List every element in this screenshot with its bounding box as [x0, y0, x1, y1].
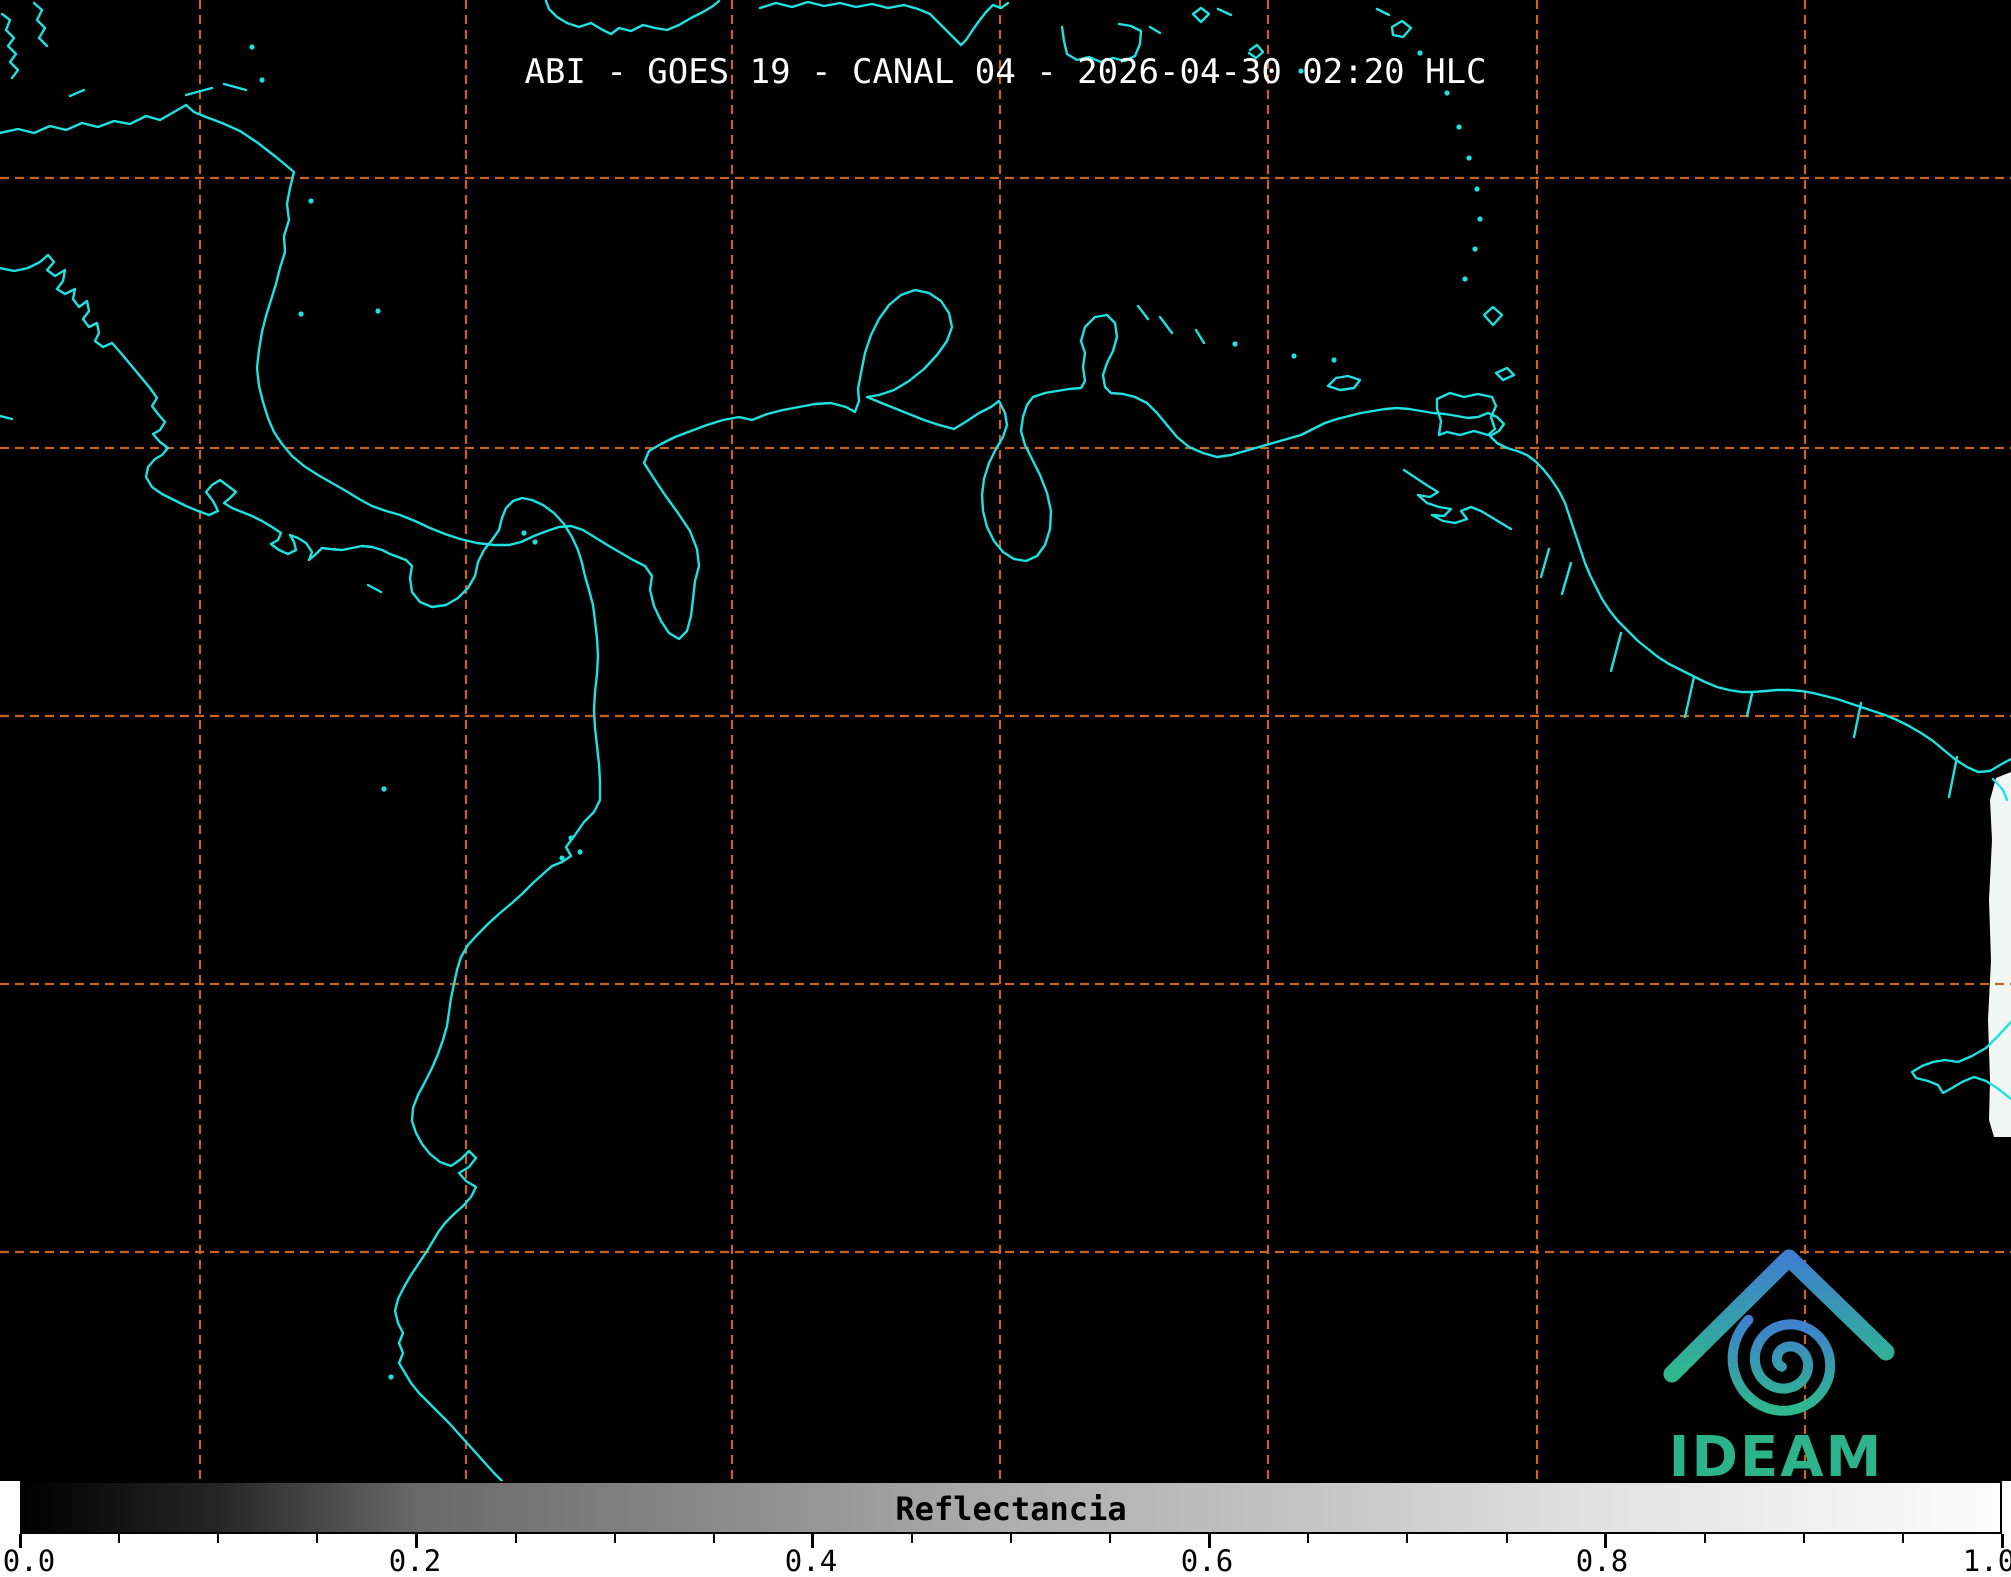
colorbar-tick-label: 0.6 — [1180, 1544, 1234, 1577]
lesser-antilles-islets-coastline — [1191, 6, 1211, 24]
colorbar-minor-tick — [910, 1534, 913, 1543]
island-dots — [568, 835, 574, 841]
colorbar-title: Reflectancia — [895, 1490, 1127, 1528]
colorbar-minor-tick — [712, 1534, 715, 1543]
island-dots — [577, 849, 583, 855]
orinoco-delta-channels-coastline — [1947, 755, 1959, 799]
abc-islands-coastline — [1158, 315, 1174, 335]
island-dots — [1232, 341, 1238, 347]
island-dots — [1466, 155, 1472, 161]
abc-islands-coastline — [1136, 304, 1150, 321]
small-cays-coastline — [1148, 25, 1162, 35]
belize-coast-fragments-coastline — [32, 1, 49, 48]
colorbar-minor-tick — [1010, 1534, 1012, 1543]
colorbar-minor-tick — [514, 1534, 517, 1543]
abc-islands-coastline — [1194, 328, 1206, 345]
small-cays-coastline — [1216, 7, 1233, 17]
small-cays-coastline — [366, 583, 383, 594]
pacific-coast-coastline — [0, 253, 602, 1481]
colorbar-minor-tick — [1901, 1534, 1904, 1543]
small-cays-coastline — [1375, 7, 1391, 17]
island-dots — [1462, 276, 1468, 282]
colorbar-minor-tick — [1505, 1534, 1508, 1543]
caribbean-coast-coastline — [0, 103, 2011, 774]
colorbar-minor-tick — [613, 1534, 616, 1543]
island-dots — [308, 198, 314, 204]
ideam-logo: IDEAM — [1663, 1249, 1895, 1481]
island-dots — [1291, 353, 1297, 359]
jamaica-coast-coastline — [544, 0, 721, 36]
orinoco-delta-channels-coastline — [1560, 561, 1573, 596]
colorbar-minor-tick — [1109, 1534, 1112, 1543]
orinoco-delta-channels-coastline — [1683, 675, 1696, 719]
colorbar: Reflectancia 0.0 0.2 0.4 0.6 0.8 1.0 — [0, 1481, 2011, 1577]
island-dots — [559, 855, 565, 861]
island-dots — [1477, 216, 1483, 222]
island-dots — [1472, 246, 1478, 252]
colorbar-tick-label: 0.0 — [2, 1544, 56, 1577]
paria-gulf-shore-coastline — [1402, 468, 1513, 531]
island-dots — [381, 786, 387, 792]
map-canvas: IDEAM — [0, 0, 2011, 1481]
island-dots — [1474, 186, 1480, 192]
hispaniola-coast-coastline — [758, 0, 1010, 47]
image-title: ABI - GOES 19 - CANAL 04 - 2026-04-30 02… — [524, 52, 1487, 92]
colorbar-minor-tick — [1703, 1534, 1706, 1543]
colorbar-minor-tick — [1802, 1534, 1805, 1543]
sunlit-terminator-patch — [1988, 772, 2011, 1137]
lesser-antilles-islets-coastline — [1482, 305, 1504, 327]
logo-hurricane-spiral-icon — [1727, 1314, 1836, 1416]
logo-text: IDEAM — [1669, 1425, 1884, 1481]
island-dots — [1331, 357, 1337, 363]
orinoco-delta-channels-coastline — [1539, 547, 1551, 579]
colorbar-minor-tick — [316, 1534, 319, 1543]
colorbar-minor-tick — [118, 1534, 121, 1543]
colorbar-tick-label: 0.2 — [388, 1544, 442, 1577]
satellite-image-viewer: IDEAM ABI - GOES 19 - CANAL 04 - 2026-04… — [0, 0, 2011, 1577]
graticule-gridlines — [0, 0, 2011, 1481]
island-dots — [375, 308, 381, 314]
lesser-antilles-islets-coastline — [1390, 19, 1413, 39]
margarita-outline-coastline — [1326, 374, 1362, 392]
colorbar-minor-tick — [1406, 1534, 1409, 1543]
colorbar-minor-tick — [1307, 1534, 1310, 1543]
small-cays-coastline — [0, 414, 14, 421]
island-dots — [388, 1374, 394, 1380]
island-dots — [532, 539, 538, 545]
orinoco-delta-channels-coastline — [1745, 692, 1754, 718]
island-dots — [298, 311, 304, 317]
colorbar-tick-label: 1.0 — [1962, 1544, 2011, 1577]
island-dots — [249, 44, 255, 50]
island-dots — [521, 530, 527, 536]
coastlines — [0, 0, 2011, 1481]
tobago-outline-coastline — [1494, 366, 1516, 382]
satellite-map: IDEAM ABI - GOES 19 - CANAL 04 - 2026-04… — [0, 0, 2011, 1481]
island-dots — [1456, 124, 1462, 130]
orinoco-delta-channels-coastline — [1609, 631, 1623, 673]
colorbar-minor-tick — [217, 1534, 220, 1543]
colorbar-tick-label: 0.4 — [784, 1544, 838, 1577]
colorbar-tick-label: 0.8 — [1575, 1544, 1629, 1577]
orinoco-delta-channels-coastline — [1852, 701, 1863, 739]
sunlit-cloud-area — [1988, 772, 2011, 1137]
